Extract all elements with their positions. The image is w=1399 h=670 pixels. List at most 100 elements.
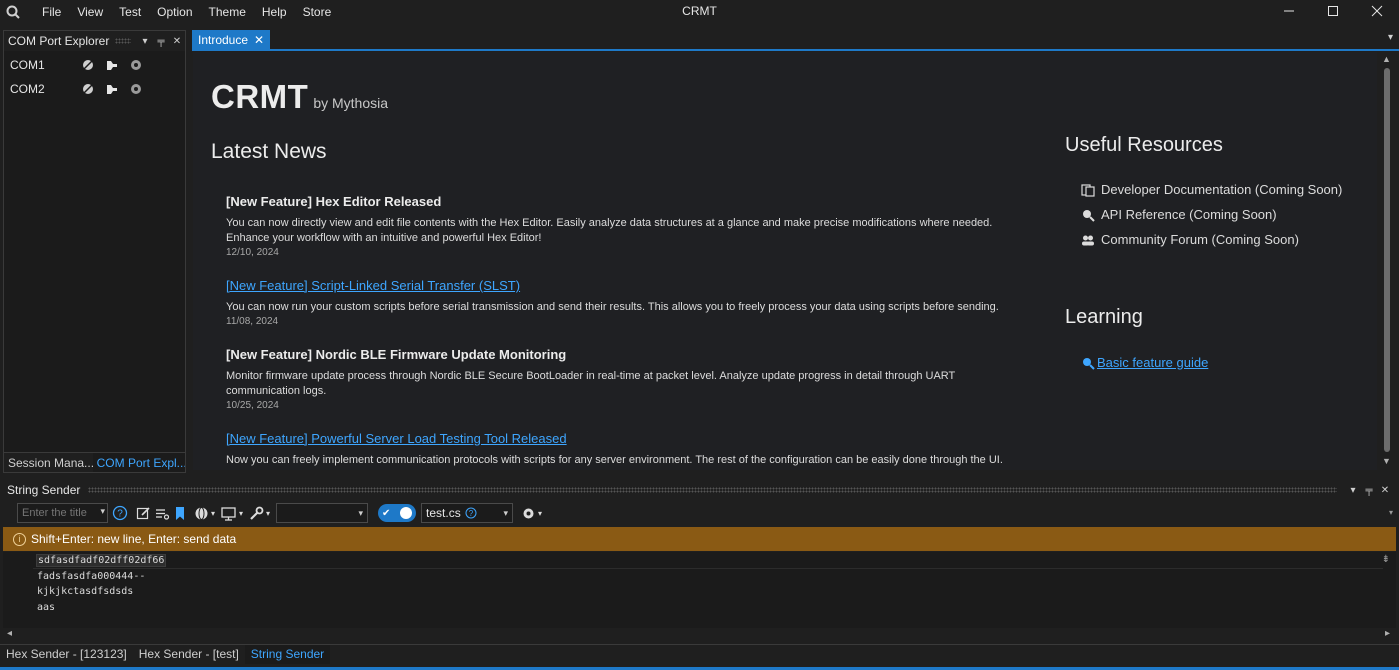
learning-link-label: Basic feature guide — [1097, 355, 1209, 370]
resource-item[interactable]: API Reference (Coming Soon) — [1081, 207, 1277, 222]
help-icon[interactable]: ? — [465, 507, 477, 519]
com-port-list: COM1 COM2 — [4, 51, 185, 101]
close-button[interactable] — [1355, 0, 1399, 22]
menu-view[interactable]: View — [69, 1, 111, 23]
string-sender-panel: String Sender ▾ ╤ ✕ ▾ ? ▾ ▾ — [0, 480, 1399, 670]
help-button[interactable]: ? — [112, 503, 128, 523]
menu-test[interactable]: Test — [111, 1, 149, 23]
com-port-row-com1[interactable]: COM1 — [4, 53, 185, 77]
close-icon[interactable]: ✕ — [254, 33, 264, 47]
news-date: 11/08, 2024 — [226, 316, 279, 327]
split-icon[interactable]: ⇟ — [1382, 554, 1390, 565]
news-date: 10/25, 2024 — [226, 400, 279, 411]
panel-title: COM Port Explorer — [8, 34, 110, 48]
tab-session-manager[interactable]: Session Mana... — [4, 453, 93, 472]
settings-icon[interactable] — [124, 56, 148, 74]
news-body: Monitor firmware update process through … — [226, 370, 956, 397]
bookmark-icon[interactable] — [174, 503, 186, 523]
search-icon — [1081, 208, 1097, 222]
resource-item[interactable]: Community Forum (Coming Soon) — [1081, 232, 1299, 247]
scroll-left-icon[interactable]: ◂ — [7, 628, 12, 639]
chevron-down-icon: ▾ — [538, 508, 543, 518]
encoding-select[interactable]: ▾ — [276, 503, 369, 523]
menu-file[interactable]: File — [34, 1, 69, 23]
menu-store[interactable]: Store — [295, 1, 340, 23]
resource-item[interactable]: Developer Documentation (Coming Soon) — [1081, 182, 1342, 197]
scroll-thumb[interactable] — [1384, 68, 1390, 452]
news-item: [New Feature] Hex Editor Released You ca… — [226, 194, 1026, 258]
tab-list-chevron-down-icon[interactable]: ▾ — [1388, 32, 1393, 43]
panel-dropdown-button[interactable]: ▾ — [137, 33, 153, 49]
com-port-row-com2[interactable]: COM2 — [4, 77, 185, 101]
panel-pin-button[interactable]: ╤ — [153, 33, 169, 49]
pin-icon: ╤ — [157, 35, 165, 47]
app-logo-icon — [4, 3, 22, 21]
drag-grip[interactable] — [115, 38, 131, 44]
maximize-button[interactable] — [1311, 0, 1355, 22]
resource-label: Developer Documentation (Coming Soon) — [1101, 182, 1343, 197]
panel-pin-button[interactable]: ╤ — [1361, 482, 1377, 498]
basic-feature-guide-link[interactable]: Basic feature guide — [1081, 355, 1208, 370]
com-port-name: COM2 — [10, 82, 45, 96]
script-file-select[interactable]: test.cs ? ▾ — [421, 503, 514, 523]
tools-dropdown-button[interactable]: ▾ — [249, 503, 270, 523]
tab-string-sender[interactable]: String Sender — [244, 645, 331, 664]
edit-icon[interactable] — [136, 503, 151, 523]
news-item: [New Feature] Powerful Server Load Testi… — [226, 431, 1026, 468]
connect-icon[interactable] — [76, 56, 100, 74]
title-combo[interactable]: ▾ — [17, 503, 108, 523]
toolbar-overflow-icon[interactable]: ▾ — [1389, 508, 1393, 517]
info-icon: i — [13, 532, 26, 546]
chevron-down-icon[interactable]: ▾ — [100, 506, 105, 517]
script-file-value: test.cs — [426, 506, 461, 520]
panel-dropdown-button[interactable]: ▾ — [1345, 482, 1361, 498]
chevron-down-icon: ▾ — [211, 508, 216, 518]
menu-option[interactable]: Option — [149, 1, 200, 23]
scroll-right-icon[interactable]: ▸ — [1385, 628, 1390, 639]
resource-label: API Reference (Coming Soon) — [1101, 207, 1277, 222]
settings-icon[interactable] — [124, 80, 148, 98]
chevron-down-icon: ▾ — [1350, 484, 1356, 496]
useful-resources-heading: Useful Resources — [1065, 134, 1223, 156]
menu-help[interactable]: Help — [254, 1, 295, 23]
resource-label: Community Forum (Coming Soon) — [1101, 232, 1299, 247]
plug-icon[interactable] — [100, 56, 124, 74]
drag-grip[interactable] — [88, 487, 1337, 493]
news-title-link[interactable]: [New Feature] Powerful Server Load Testi… — [226, 431, 1026, 446]
tab-introduce[interactable]: Introduce ✕ — [192, 30, 271, 49]
introduce-page: CRMT by Mythosia Latest News [New Featur… — [193, 52, 1377, 470]
string-editor[interactable]: sdfasdfadf02dff02df66 fadsfasdfa000444--… — [3, 552, 1396, 628]
svg-text:?: ? — [469, 509, 474, 518]
news-item: [New Feature] Nordic BLE Firmware Update… — [226, 347, 1026, 411]
scroll-up-icon[interactable]: ▲ — [1382, 54, 1391, 64]
news-title: [New Feature] Nordic BLE Firmware Update… — [226, 347, 567, 362]
tab-com-port-explorer[interactable]: COM Port Expl... — [92, 453, 185, 472]
connect-icon[interactable] — [76, 80, 100, 98]
monitor-icon — [221, 506, 236, 521]
com-port-explorer-panel: COM Port Explorer ▾ ╤ ✕ COM1 COM2 Sessio… — [3, 30, 186, 473]
tab-hex-sender-123123[interactable]: Hex Sender - [123123] — [0, 645, 133, 664]
globe-dropdown-button[interactable]: ▾ — [194, 503, 215, 523]
script-toggle[interactable]: ✔ — [378, 504, 417, 522]
editor-horizontal-scrollbar[interactable]: ◂ ▸ — [3, 628, 1396, 642]
tab-hex-sender-test[interactable]: Hex Sender - [test] — [133, 645, 245, 664]
string-sender-header: String Sender ▾ ╤ ✕ — [0, 480, 1399, 500]
panel-close-button[interactable]: ✕ — [169, 33, 185, 49]
title-input[interactable] — [17, 503, 108, 523]
menu-theme[interactable]: Theme — [201, 1, 254, 23]
minimize-button[interactable] — [1267, 0, 1311, 22]
editor-line: aas — [37, 602, 56, 613]
plug-icon[interactable] — [100, 80, 124, 98]
news-title-link[interactable]: [New Feature] Script-Linked Serial Trans… — [226, 278, 1026, 293]
monitor-dropdown-button[interactable]: ▾ — [221, 503, 243, 523]
editor-line: fadsfasdfa000444-- — [37, 571, 146, 582]
panel-close-button[interactable]: ✕ — [1377, 482, 1393, 498]
scroll-down-icon[interactable]: ▼ — [1382, 456, 1391, 466]
list-filter-icon[interactable] — [155, 503, 170, 523]
document-vertical-scrollbar[interactable]: ▲ ▼ — [1378, 52, 1396, 470]
news-body: You can now directly view and edit file … — [226, 217, 993, 244]
input-hint-bar: i Shift+Enter: new line, Enter: send dat… — [3, 527, 1396, 551]
extension-dropdown-button[interactable]: ▾ — [521, 503, 542, 523]
chevron-down-icon: ▾ — [239, 508, 244, 518]
editor-line: kjkjkctasdfsdsds — [37, 586, 134, 597]
